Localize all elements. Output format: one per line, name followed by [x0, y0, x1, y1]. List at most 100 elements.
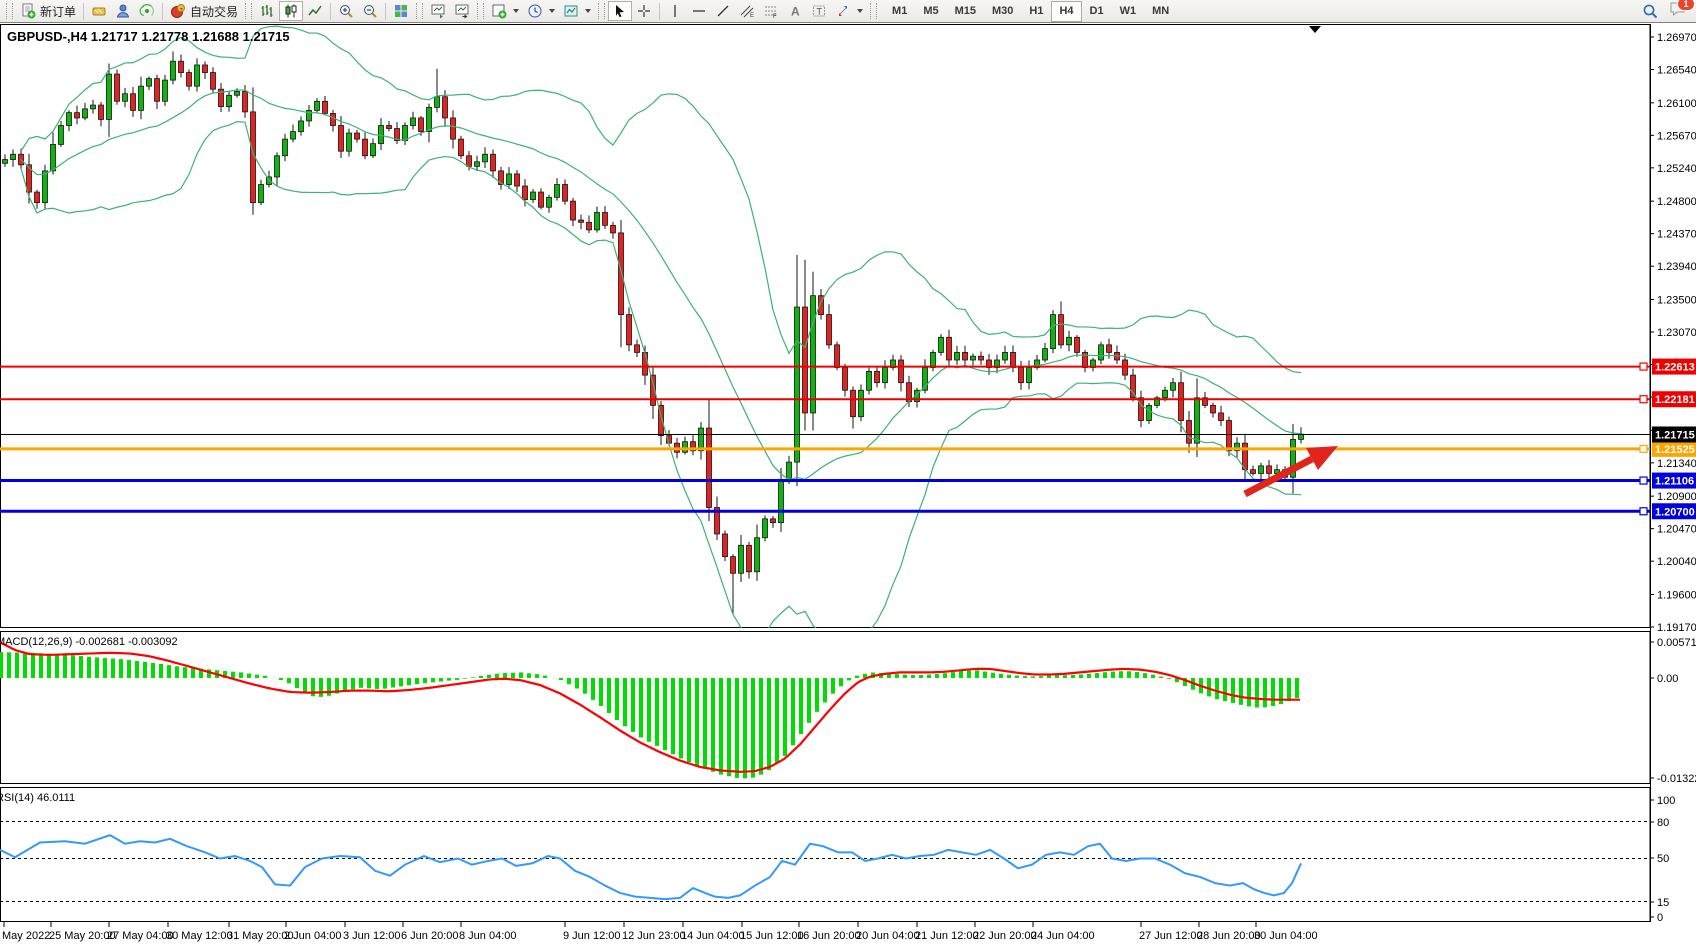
template-button[interactable] — [559, 1, 595, 21]
chart-shift-button[interactable] — [450, 1, 474, 21]
candle — [731, 557, 736, 574]
timeframe-M30[interactable]: M30 — [984, 1, 1021, 22]
support-line-upper-handle[interactable] — [1640, 477, 1647, 484]
candle — [555, 184, 560, 197]
accounts-button[interactable] — [111, 1, 135, 21]
svg-text:80: 80 — [1657, 817, 1669, 829]
candle — [451, 118, 456, 139]
candle — [707, 428, 712, 507]
svg-text:22 Jun 20:00: 22 Jun 20:00 — [973, 930, 1037, 942]
zoom-in-button[interactable] — [334, 1, 358, 21]
vertical-line-tool-button[interactable] — [663, 1, 687, 21]
timeframe-toolbar: M1M5M15M30H1H4D1W1MN — [884, 1, 1177, 22]
candle — [211, 73, 216, 90]
notifications-button[interactable]: 1 — [1669, 1, 1687, 22]
search-icon[interactable] — [1642, 3, 1659, 20]
chart-shift-icon — [454, 3, 470, 19]
resistance-line-upper-handle[interactable] — [1640, 363, 1647, 370]
candle — [627, 315, 632, 345]
candle — [11, 154, 16, 159]
candle — [1051, 315, 1056, 349]
cursor-tool-button[interactable] — [608, 1, 632, 21]
history-center-button[interactable] — [87, 1, 111, 21]
support-line-lower-handle[interactable] — [1640, 508, 1647, 515]
toolbar-grip[interactable] — [6, 3, 13, 19]
metatrader-window: 新订单 自动交易 — [0, 0, 1696, 948]
bar-chart-mode-button[interactable] — [255, 1, 279, 21]
period-button[interactable] — [523, 1, 559, 21]
fibonacci-tool-button[interactable]: F — [759, 1, 783, 21]
macd-axis[interactable]: 0.0057160.00-0.013222 — [1650, 637, 1696, 785]
timeframe-M15[interactable]: M15 — [947, 1, 984, 22]
toolbar-grip[interactable] — [598, 3, 605, 19]
candle — [227, 95, 232, 106]
macd-pane[interactable] — [1, 632, 1651, 784]
line-chart-mode-button[interactable] — [303, 1, 327, 21]
candle — [387, 125, 392, 128]
text-label-tool-button[interactable]: T — [807, 1, 831, 21]
price-tag-1.22181: 1.22181 — [1652, 391, 1696, 407]
toolbar-grip[interactable] — [416, 3, 423, 19]
rsi-axis[interactable]: 1008050150 — [1650, 795, 1675, 924]
timeframe-H4[interactable]: H4 — [1051, 1, 1081, 22]
candle — [827, 315, 832, 345]
crosshair-tool-button[interactable] — [632, 1, 656, 21]
svg-text:1.19170: 1.19170 — [1657, 622, 1696, 634]
timeframe-MN[interactable]: MN — [1144, 1, 1177, 22]
candle — [195, 65, 200, 86]
svg-text:15 Jun 12:00: 15 Jun 12:00 — [740, 930, 804, 942]
candle — [475, 162, 480, 167]
candlestick-mode-button[interactable] — [279, 1, 303, 21]
candle — [1043, 349, 1048, 360]
resistance-line-lower-handle[interactable] — [1640, 396, 1647, 403]
signals-button[interactable] — [135, 1, 159, 21]
time-axis[interactable]: May 202225 May 20:0027 May 04:0030 May 1… — [2, 922, 1318, 942]
candle — [235, 91, 240, 95]
svg-text:1.24370: 1.24370 — [1657, 229, 1696, 241]
candle — [435, 97, 440, 108]
svg-text:6 Jun 20:00: 6 Jun 20:00 — [401, 930, 459, 942]
timeframe-M5[interactable]: M5 — [915, 1, 946, 22]
timeframe-M1[interactable]: M1 — [884, 1, 915, 22]
candle — [803, 307, 808, 413]
candle — [1011, 352, 1016, 367]
toolbar-separator — [83, 3, 84, 20]
svg-text:2 Jun 04:00: 2 Jun 04:00 — [284, 930, 342, 942]
svg-text:1.21106: 1.21106 — [1655, 476, 1694, 488]
auto-scroll-button[interactable] — [426, 1, 450, 21]
toolbar-grip[interactable] — [870, 3, 877, 19]
text-tool-button[interactable]: A — [783, 1, 807, 21]
horizontal-line-tool-button[interactable] — [687, 1, 711, 21]
candle — [771, 519, 776, 523]
text-icon: A — [787, 3, 803, 19]
timeframe-H1[interactable]: H1 — [1021, 1, 1051, 22]
svg-text:9 Jun 12:00: 9 Jun 12:00 — [563, 930, 621, 942]
zoom-out-button[interactable] — [358, 1, 382, 21]
add-indicator-button[interactable] — [487, 1, 523, 21]
tile-windows-button[interactable] — [389, 1, 413, 21]
auto-trading-button[interactable]: 自动交易 — [166, 1, 242, 21]
price-axis[interactable]: 1.269701.265401.261001.256701.252401.248… — [1650, 24, 1696, 922]
timeframe-D1[interactable]: D1 — [1082, 1, 1112, 22]
main-pane[interactable] — [1, 25, 1651, 628]
auto-trading-label: 自动交易 — [190, 3, 238, 20]
channel-tool-button[interactable]: E — [735, 1, 759, 21]
rsi-label: RSI(14) 46.0111 — [0, 792, 75, 804]
chevron-down-icon — [857, 9, 863, 13]
svg-text:50: 50 — [1657, 853, 1669, 865]
pivot-line-handle[interactable] — [1640, 445, 1647, 452]
candle — [515, 174, 520, 186]
toolbar-grip[interactable] — [477, 3, 484, 19]
chart-canvas[interactable]: GBPUSD-,H4 1.21717 1.21778 1.21688 1.217… — [0, 23, 1696, 948]
new-order-button[interactable]: 新订单 — [16, 1, 80, 21]
arrows-tool-button[interactable] — [831, 1, 867, 21]
candle — [531, 192, 536, 200]
candle — [611, 225, 616, 233]
candle — [83, 109, 88, 118]
candle — [99, 105, 104, 119]
main-toolbar: 新订单 自动交易 — [0, 0, 1696, 23]
trendline-tool-button[interactable] — [711, 1, 735, 21]
timeframe-W1[interactable]: W1 — [1112, 1, 1145, 22]
toolbar-grip[interactable] — [245, 3, 252, 19]
toolbar-right-group: 1 — [1642, 1, 1693, 22]
